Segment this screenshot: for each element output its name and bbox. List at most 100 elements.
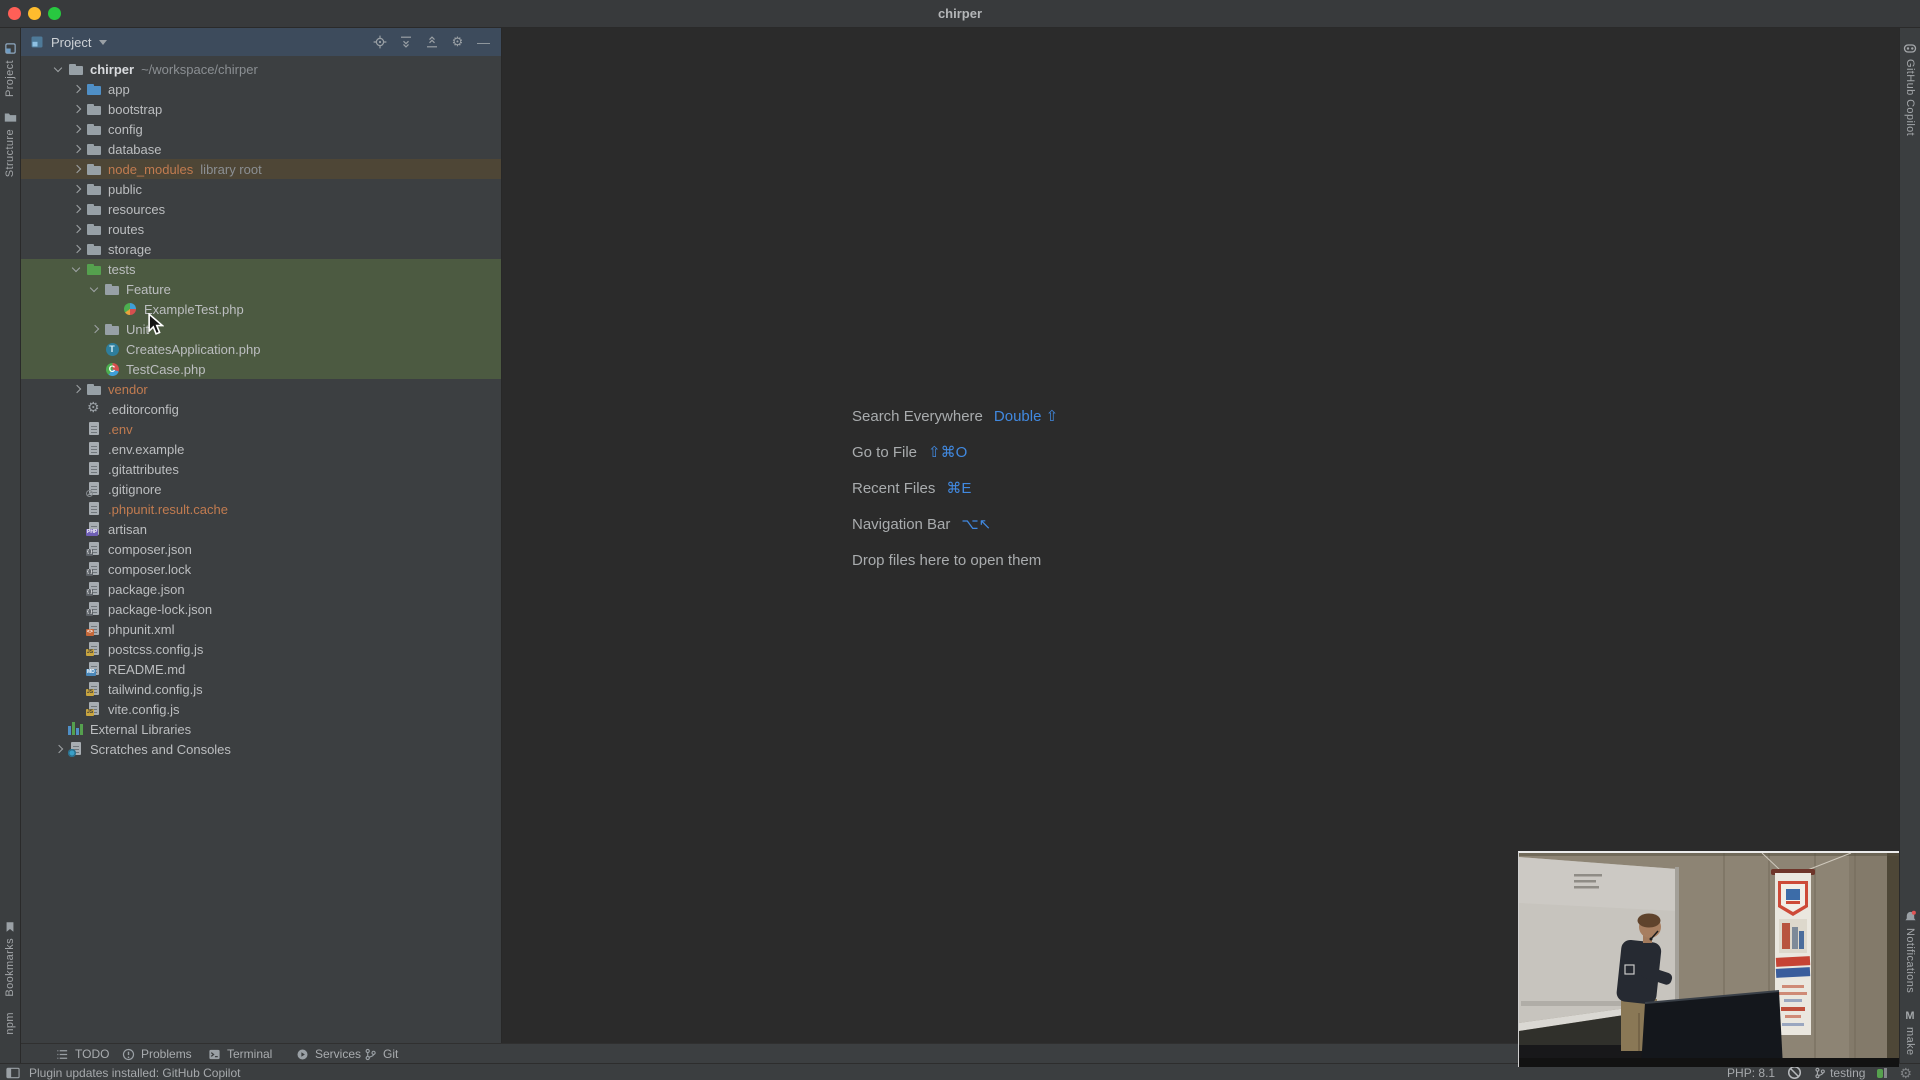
tree-item-label: tailwind.config.js: [108, 681, 203, 697]
php-icon: [86, 521, 102, 537]
tree-item-.env.example[interactable]: .env.example: [20, 439, 501, 459]
chevron-right-icon[interactable]: [86, 319, 104, 339]
tree-item-.phpunit.result.cache[interactable]: .phpunit.result.cache: [20, 499, 501, 519]
tree-item-label: README.md: [108, 661, 186, 677]
tree-item-vendor[interactable]: vendor: [20, 379, 501, 399]
left-tool-stripe: Project Structure Bookmarks npm: [0, 28, 21, 1063]
tree-item-label: vite.config.js: [108, 701, 180, 717]
chevron-right-icon[interactable]: [50, 739, 68, 759]
toolwindow-button-services[interactable]: Services: [296, 1044, 361, 1064]
folder-icon: [104, 281, 120, 297]
chevron-down-icon[interactable]: [68, 259, 86, 279]
toolwindow-label: Services: [315, 1047, 362, 1061]
json-icon: [86, 581, 102, 597]
locate-file-icon[interactable]: [372, 35, 387, 50]
chevron-right-icon[interactable]: [68, 199, 86, 219]
chevron-right-icon[interactable]: [68, 219, 86, 239]
tree-item-node_modules[interactable]: node_modules library root: [20, 159, 501, 179]
tree-item-composer.json[interactable]: composer.json: [20, 539, 501, 559]
stripe-button-github-copilot[interactable]: GitHub Copilot: [1903, 42, 1917, 136]
chevron-right-icon[interactable]: [68, 99, 86, 119]
stripe-button-make[interactable]: M make: [1904, 1010, 1916, 1056]
tree-item-app[interactable]: app: [20, 79, 501, 99]
stripe-button-npm[interactable]: npm: [4, 1012, 16, 1035]
project-panel-header[interactable]: Project ⚙ —: [20, 28, 501, 56]
title-bar: chirper: [0, 0, 1920, 28]
folder-icon: [86, 221, 102, 237]
tree-item-package.json[interactable]: package.json: [20, 579, 501, 599]
tree-item-README.md[interactable]: README.md: [20, 659, 501, 679]
tree-item-database[interactable]: database: [20, 139, 501, 159]
tree-item-.gitignore[interactable]: .gitignore: [20, 479, 501, 499]
tree-item-Feature[interactable]: Feature: [20, 279, 501, 299]
chevron-right-icon[interactable]: [68, 159, 86, 179]
tree-item-Unit[interactable]: Unit: [20, 319, 501, 339]
tree-item-routes[interactable]: routes: [20, 219, 501, 239]
settings-gear-icon[interactable]: ⚙: [450, 34, 465, 50]
stripe-button-structure[interactable]: Structure: [4, 111, 17, 177]
stripe-label-bookmarks: Bookmarks: [4, 937, 16, 997]
stripe-button-bookmarks[interactable]: Bookmarks: [4, 921, 16, 997]
toolwindow-button-problems[interactable]: Problems: [122, 1044, 192, 1064]
tree-item-chirper[interactable]: chirper ~/workspace/chirper: [20, 59, 501, 79]
tree-item-ExampleTest.php[interactable]: ExampleTest.php: [20, 299, 501, 319]
chevron-right-icon[interactable]: [68, 119, 86, 139]
tree-item-storage[interactable]: storage: [20, 239, 501, 259]
chevron-right-icon[interactable]: [68, 179, 86, 199]
tree-item-composer.lock[interactable]: composer.lock: [20, 559, 501, 579]
tree-item-TestCase.php[interactable]: C TestCase.php: [20, 359, 501, 379]
hide-panel-icon[interactable]: —: [476, 35, 491, 50]
tree-item-artisan[interactable]: artisan: [20, 519, 501, 539]
tree-item-vite.config.js[interactable]: vite.config.js: [20, 699, 501, 719]
expand-all-icon[interactable]: [398, 35, 413, 50]
tree-item-label: .env: [108, 421, 133, 437]
resize-gear-icon[interactable]: ⚙: [1899, 1066, 1912, 1080]
tree-item-bootstrap[interactable]: bootstrap: [20, 99, 501, 119]
tree-item-.env[interactable]: .env: [20, 419, 501, 439]
hint-label: Drop files here to open them: [852, 551, 1042, 569]
tree-item-CreatesApplication.php[interactable]: T CreatesApplication.php: [20, 339, 501, 359]
chevron-right-icon[interactable]: [68, 379, 86, 399]
chevron-down-icon[interactable]: [99, 39, 108, 45]
tree-item-tailwind.config.js[interactable]: tailwind.config.js: [20, 679, 501, 699]
stripe-label-copilot: GitHub Copilot: [1904, 59, 1916, 137]
chevron-right-icon[interactable]: [68, 139, 86, 159]
chevron-right-icon[interactable]: [68, 79, 86, 99]
tree-item-label: composer.json: [108, 541, 192, 557]
tree-item-label: app: [108, 81, 130, 97]
tree-item-External Libraries[interactable]: External Libraries: [20, 719, 501, 739]
tree-item-Scratches and Consoles[interactable]: Scratches and Consoles: [20, 739, 501, 759]
chevron-down-icon[interactable]: [86, 279, 104, 299]
file-ignored-icon: [86, 481, 102, 497]
toolwindow-button-terminal[interactable]: Terminal: [208, 1044, 272, 1064]
js-icon: [86, 641, 102, 657]
shortcut-hint: Drop files here to open them: [852, 542, 1058, 578]
tree-item-tests[interactable]: tests: [20, 259, 501, 279]
toolwindow-button-git[interactable]: Git: [364, 1044, 398, 1064]
stripe-button-project[interactable]: Project: [4, 42, 17, 97]
tree-item-package-lock.json[interactable]: package-lock.json: [20, 599, 501, 619]
stripe-button-notifications[interactable]: Notifications: [1904, 910, 1917, 994]
project-view-icon: [31, 36, 43, 48]
tree-item-postcss.config.js[interactable]: postcss.config.js: [20, 639, 501, 659]
tree-item-.gitattributes[interactable]: .gitattributes: [20, 459, 501, 479]
toolwindow-button-todo[interactable]: TODO: [56, 1044, 109, 1064]
tree-item-config[interactable]: config: [20, 119, 501, 139]
tree-item-label: tests: [108, 261, 136, 277]
tree-item-resources[interactable]: resources: [20, 199, 501, 219]
file-icon: [86, 501, 102, 517]
toolwindow-label: TODO: [75, 1047, 110, 1061]
tree-item-phpunit.xml[interactable]: phpunit.xml: [20, 619, 501, 639]
collapse-all-icon[interactable]: [424, 35, 439, 50]
chevron-right-icon[interactable]: [68, 239, 86, 259]
tree-item-public[interactable]: public: [20, 179, 501, 199]
tree-item-.editorconfig[interactable]: .editorconfig: [20, 399, 501, 419]
chevron-down-icon[interactable]: [50, 59, 68, 79]
problems-icon: [122, 1048, 135, 1061]
window-layout-icon[interactable]: [6, 1067, 20, 1079]
